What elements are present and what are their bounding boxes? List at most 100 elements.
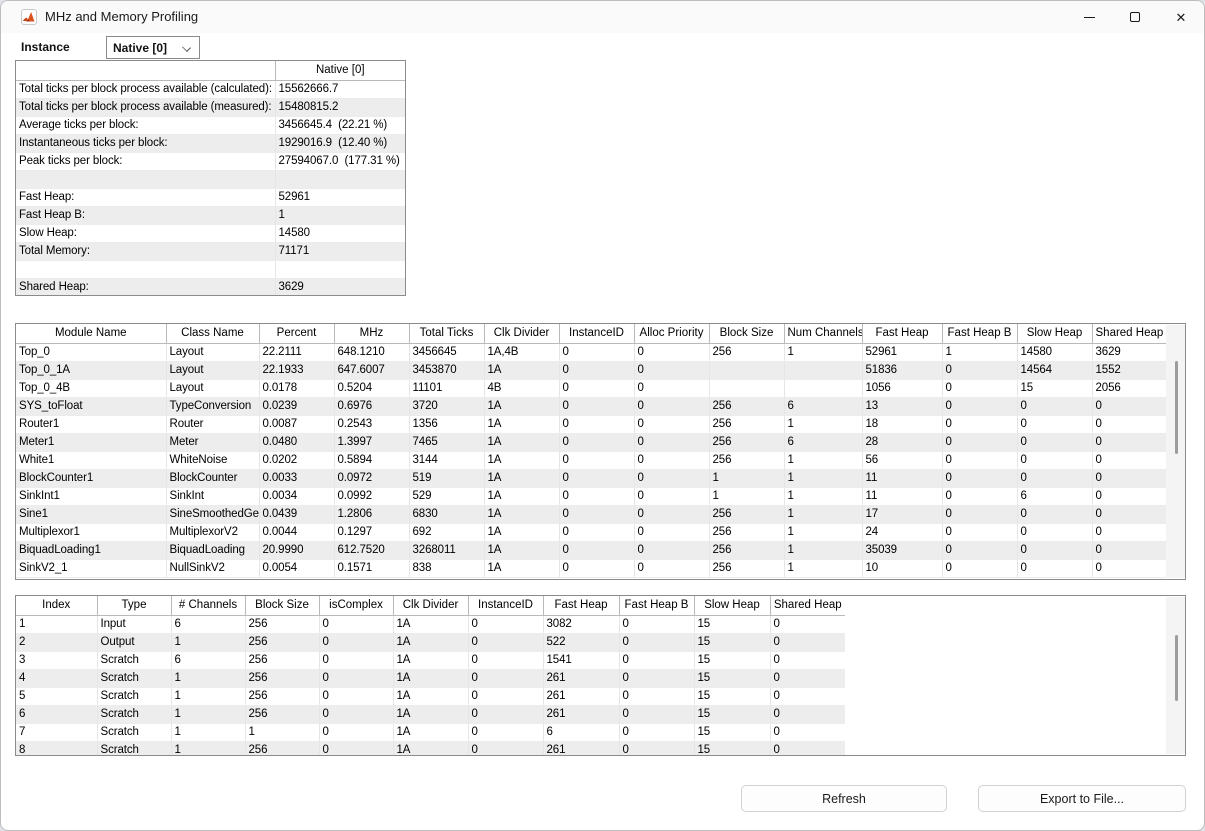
table-cell[interactable]: Top_0_4B (16, 379, 166, 397)
table-cell[interactable]: SinkV2_1 (16, 559, 166, 577)
table-cell[interactable]: 0.5894 (334, 451, 409, 469)
table-cell[interactable]: 1356 (409, 415, 484, 433)
table-cell[interactable]: 6 (171, 615, 245, 633)
table-cell[interactable]: Peak ticks per block: (16, 152, 275, 170)
table-cell[interactable]: 0 (1017, 541, 1092, 559)
export-to-file-button[interactable]: Export to File... (978, 785, 1186, 812)
table-cell[interactable]: 256 (709, 451, 784, 469)
table-cell[interactable]: 14580 (1017, 343, 1092, 361)
table-cell[interactable]: 13 (862, 397, 942, 415)
scrollbar-thumb[interactable] (1175, 635, 1178, 701)
table-cell[interactable]: 256 (709, 415, 784, 433)
table-cell[interactable]: Router1 (16, 415, 166, 433)
table-cell[interactable]: 0 (942, 451, 1017, 469)
table-cell[interactable]: 18 (862, 415, 942, 433)
table-cell[interactable]: 1 (171, 687, 245, 705)
table-cell[interactable] (16, 260, 275, 278)
table-cell[interactable]: 0.0033 (259, 469, 334, 487)
table-cell[interactable]: 261 (543, 741, 619, 756)
table-cell[interactable] (16, 170, 275, 188)
table-cell[interactable]: 0.0439 (259, 505, 334, 523)
table-cell[interactable]: 1 (942, 343, 1017, 361)
table-cell[interactable]: 0 (468, 669, 543, 687)
table-cell[interactable]: 256 (245, 615, 319, 633)
table-cell[interactable]: Total ticks per block process available … (16, 80, 275, 98)
table-cell[interactable]: 0 (942, 559, 1017, 577)
table-cell[interactable]: 51836 (862, 361, 942, 379)
table-cell[interactable]: 10 (862, 559, 942, 577)
table-cell[interactable]: 612.7520 (334, 541, 409, 559)
table-cell[interactable]: 4 (16, 669, 97, 687)
table-cell[interactable]: 0.0087 (259, 415, 334, 433)
table-cell[interactable]: 3453870 (409, 361, 484, 379)
table-cell[interactable]: 4B (484, 379, 559, 397)
table-cell[interactable]: 0 (619, 651, 694, 669)
table-cell[interactable]: 0 (619, 615, 694, 633)
table-cell[interactable]: 0 (559, 379, 634, 397)
table-cell[interactable]: 0 (468, 651, 543, 669)
table-cell[interactable]: 838 (409, 559, 484, 577)
table-cell[interactable]: 0 (559, 505, 634, 523)
table-cell[interactable]: 0 (942, 469, 1017, 487)
table-cell[interactable]: Scratch (97, 687, 171, 705)
table-cell[interactable]: 0 (468, 687, 543, 705)
table-cell[interactable]: 256 (245, 741, 319, 756)
title-bar[interactable]: MHz and Memory Profiling ✕ (1, 1, 1204, 33)
close-button[interactable]: ✕ (1158, 1, 1204, 33)
table-cell[interactable]: 0.0480 (259, 433, 334, 451)
table-cell[interactable]: 1 (275, 206, 405, 224)
table-cell[interactable]: Meter1 (16, 433, 166, 451)
table-cell[interactable]: 15 (1017, 379, 1092, 397)
table-cell[interactable]: 519 (409, 469, 484, 487)
table-cell[interactable]: 3 (16, 651, 97, 669)
table-cell[interactable]: 1 (245, 723, 319, 741)
table-cell[interactable]: Layout (166, 361, 259, 379)
table-cell[interactable]: Total ticks per block process available … (16, 98, 275, 116)
table-cell[interactable]: 52961 (862, 343, 942, 361)
table-cell[interactable]: 0 (634, 541, 709, 559)
buffer-table-vertical-scrollbar[interactable] (1166, 597, 1185, 754)
table-cell[interactable]: 0 (319, 633, 393, 651)
table-cell[interactable]: 0 (634, 415, 709, 433)
table-cell[interactable]: 0 (634, 487, 709, 505)
table-cell[interactable]: 6 (1017, 487, 1092, 505)
table-cell[interactable]: 0 (1017, 523, 1092, 541)
table-cell[interactable]: 0 (619, 705, 694, 723)
table-cell[interactable]: 17 (862, 505, 942, 523)
table-cell[interactable]: 1 (784, 469, 862, 487)
table-cell[interactable]: 261 (543, 669, 619, 687)
table-cell[interactable]: 1.2806 (334, 505, 409, 523)
table-cell[interactable]: 0 (770, 723, 845, 741)
table-cell[interactable]: 1 (784, 415, 862, 433)
table-cell[interactable]: 0 (942, 487, 1017, 505)
table-cell[interactable]: SinkInt (166, 487, 259, 505)
table-cell[interactable]: 0 (634, 505, 709, 523)
table-cell[interactable]: 0 (634, 397, 709, 415)
table-cell[interactable]: 0 (634, 451, 709, 469)
table-cell[interactable]: 0 (1017, 451, 1092, 469)
table-cell[interactable]: 256 (245, 705, 319, 723)
table-cell[interactable]: 5 (16, 687, 97, 705)
table-cell[interactable]: 0 (559, 343, 634, 361)
table-cell[interactable]: 2 (16, 633, 97, 651)
table-cell[interactable]: Total Memory: (16, 242, 275, 260)
table-cell[interactable]: 1 (171, 741, 245, 756)
table-cell[interactable]: 0 (319, 687, 393, 705)
table-cell[interactable]: 0 (559, 541, 634, 559)
table-cell[interactable]: 1A (393, 633, 468, 651)
table-cell[interactable]: 256 (709, 505, 784, 523)
table-cell[interactable]: 256 (709, 397, 784, 415)
table-cell[interactable]: WhiteNoise (166, 451, 259, 469)
table-cell[interactable]: 0 (559, 559, 634, 577)
table-cell[interactable]: 11101 (409, 379, 484, 397)
table-cell[interactable]: 1A (484, 559, 559, 577)
table-cell[interactable]: 1A (484, 433, 559, 451)
table-cell[interactable]: 0 (942, 379, 1017, 397)
table-cell[interactable]: Layout (166, 379, 259, 397)
table-cell[interactable]: 0 (1092, 469, 1166, 487)
table-cell[interactable]: 6 (171, 651, 245, 669)
table-cell[interactable]: 15562666.7 (275, 80, 405, 98)
scrollbar-thumb[interactable] (1175, 361, 1178, 454)
table-cell[interactable] (784, 379, 862, 397)
table-cell[interactable]: 0 (468, 705, 543, 723)
